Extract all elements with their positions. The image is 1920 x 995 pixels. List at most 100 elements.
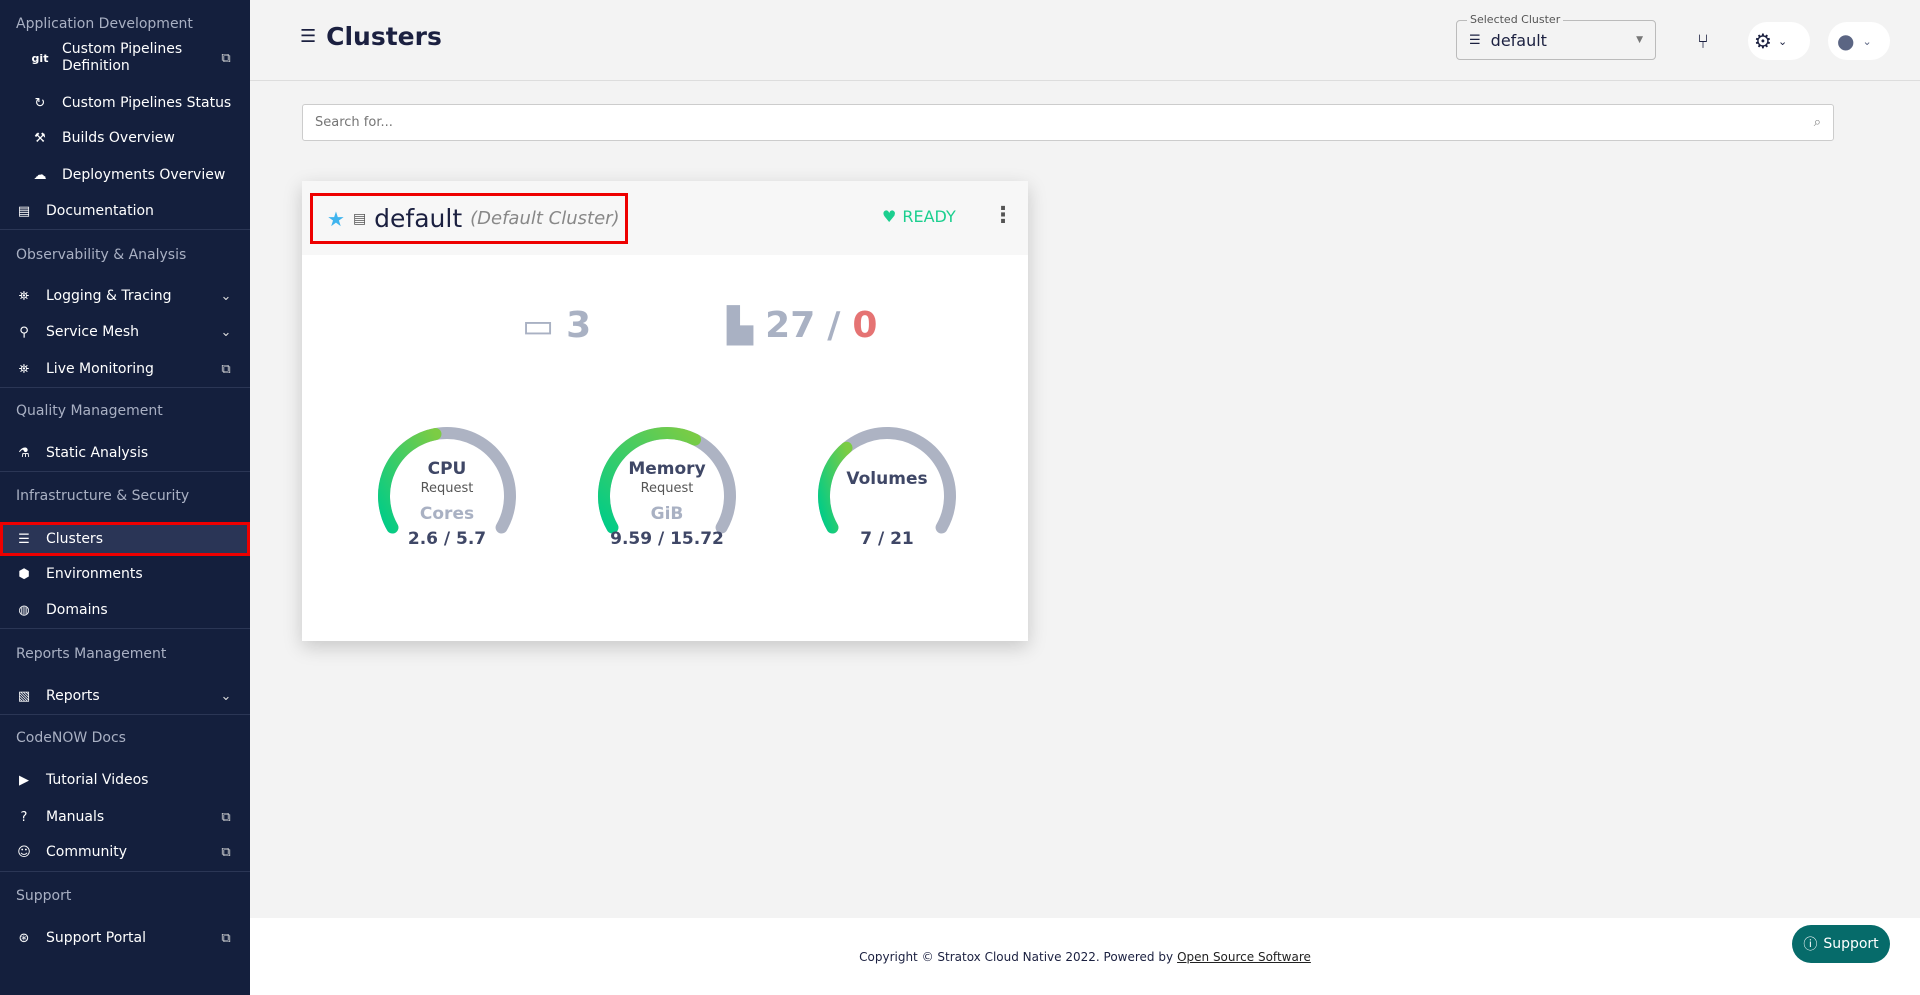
sidebar-item-clusters[interactable]: ☰ Clusters <box>0 522 250 556</box>
gauge-unit: GiB <box>650 504 684 524</box>
sidebar-section-title: Support <box>16 888 72 904</box>
sidebar-item-custom-pipelines-definition[interactable]: git Custom Pipelines Definition ⧉ <box>0 41 250 75</box>
gauge-title: Volumes <box>846 469 928 489</box>
book-icon: ▤ <box>17 203 31 219</box>
divider <box>0 229 250 230</box>
pods-failed: 0 <box>852 305 878 346</box>
cluster-select-value: default <box>1490 30 1547 50</box>
sidebar-item-live-monitoring[interactable]: ⛯ Live Monitoring ⧉ <box>0 352 250 386</box>
sidebar-item-deployments-overview[interactable]: ☁ Deployments Overview <box>0 158 250 192</box>
sidebar-item-label: Builds Overview <box>62 129 175 146</box>
sidebar-item-support-portal[interactable]: ⊛ Support Portal ⧉ <box>0 921 250 955</box>
user-menu-button[interactable]: ● ⌄ <box>1828 22 1890 60</box>
external-link-icon: ⧉ <box>221 361 231 377</box>
sidebar-item-label: Tutorial Videos <box>46 771 149 788</box>
git-branch-icon: ⑂ <box>1697 29 1709 53</box>
cluster-title[interactable]: ★ ▤ default (Default Cluster) <box>310 193 628 244</box>
divider <box>0 471 250 472</box>
sidebar-item-label: Live Monitoring <box>46 360 154 377</box>
settings-button[interactable]: ⚙ ⌄ <box>1748 22 1810 60</box>
external-link-icon: ⧉ <box>221 809 231 825</box>
status-text: READY <box>902 207 956 226</box>
page-title: ☰ Clusters <box>300 22 442 51</box>
gauge-value: 2.6 / 5.7 <box>407 529 487 549</box>
page-title-text: Clusters <box>326 22 442 51</box>
gauge-volumes: Volumes 7 / 21 <box>812 421 962 571</box>
list-icon: ☰ <box>1469 32 1481 48</box>
sidebar-section-title: Quality Management <box>16 403 163 419</box>
gauge-cpu: CPU Request Cores 2.6 / 5.7 <box>372 421 522 571</box>
sidebar-section-title: Observability & Analysis <box>16 247 187 263</box>
more-options-icon[interactable]: ⋮ <box>992 203 1014 228</box>
sidebar-item-builds-overview[interactable]: ⚒ Builds Overview <box>0 121 250 155</box>
sidebar-item-domains[interactable]: ◍ Domains <box>0 593 250 627</box>
refresh-icon: ↻ <box>34 95 46 111</box>
support-label: Support <box>1823 936 1879 952</box>
gauge-unit: Cores <box>419 504 475 524</box>
chevron-down-icon: ⌄ <box>220 324 232 340</box>
external-link-icon: ⧉ <box>221 844 231 860</box>
gauge-title: Memory <box>628 459 706 479</box>
footer: Copyright © Stratox Cloud Native 2022. P… <box>250 918 1920 995</box>
sidebar-item-static-analysis[interactable]: ⚗ Static Analysis <box>0 436 250 470</box>
binoculars-icon: ⛯ <box>18 361 30 377</box>
question-icon: ? <box>20 809 28 825</box>
cluster-card-header: ★ ▤ default (Default Cluster) ♥ READY ⋮ <box>302 181 1028 255</box>
copyright-text: Copyright © Stratox Cloud Native 2022. P… <box>859 949 1174 964</box>
open-source-link[interactable]: Open Source Software <box>1177 950 1311 964</box>
gauge-subtitle: Request <box>640 481 694 496</box>
cluster-card[interactable]: ★ ▤ default (Default Cluster) ♥ READY ⋮ ▭… <box>302 181 1028 641</box>
cluster-select[interactable]: Selected Cluster ☰ default ▼ <box>1456 13 1656 60</box>
sidebar-item-label: Clusters <box>46 530 103 547</box>
sidebar-item-label: Environments <box>46 565 143 582</box>
sidebar-item-label: Domains <box>46 601 108 618</box>
git-branch-button[interactable]: ⑂ <box>1684 22 1722 60</box>
heartbeat-icon: ♥ <box>882 207 897 226</box>
pods-stat: ▙ 27 / 0 <box>727 305 877 346</box>
sidebar-item-label: Support Portal <box>46 929 147 946</box>
sidebar-item-logging-tracing[interactable]: ⛯ Logging & Tracing ⌄ <box>0 279 250 313</box>
gear-icon: ⚙ <box>1754 29 1772 53</box>
cluster-select-label: Selected Cluster <box>1467 13 1564 26</box>
cloud-icon: ☁ <box>33 167 47 183</box>
divider <box>0 628 250 629</box>
sidebar-item-label: Custom Pipelines Status <box>62 94 232 111</box>
list-icon: ☰ <box>300 26 317 47</box>
sidebar-item-manuals[interactable]: ? Manuals ⧉ <box>0 800 250 834</box>
pods-separator: / <box>827 305 841 346</box>
sidebar-item-custom-pipelines-status[interactable]: ↻ Custom Pipelines Status <box>0 86 250 120</box>
external-link-icon: ⧉ <box>221 50 231 66</box>
globe-icon: ◍ <box>18 602 30 618</box>
video-icon: ▶ <box>19 772 29 788</box>
support-button[interactable]: ⓘ Support <box>1792 925 1890 963</box>
search-bar[interactable]: ⌕ <box>302 104 1834 141</box>
sidebar-item-label: Manuals <box>46 808 105 825</box>
server-icon: ▤ <box>352 210 367 227</box>
chevron-down-icon: ⌄ <box>1777 34 1788 48</box>
divider <box>0 871 250 872</box>
user-icon: ● <box>1837 29 1855 53</box>
search-input[interactable] <box>315 115 1814 130</box>
chevron-down-icon: ⌄ <box>220 688 232 704</box>
sidebar-item-label: Logging & Tracing <box>46 287 172 304</box>
sidebar-item-tutorial-videos[interactable]: ▶ Tutorial Videos <box>0 763 250 797</box>
caret-down-icon: ▼ <box>1636 35 1643 45</box>
chevron-down-icon: ⌄ <box>1862 34 1872 48</box>
external-link-icon: ⧉ <box>221 930 231 946</box>
list-icon: ☰ <box>18 531 30 547</box>
gauge-title: CPU <box>427 459 467 479</box>
sidebar-item-community[interactable]: ☺ Community ⧉ <box>0 835 250 869</box>
sidebar-section-title: Infrastructure & Security <box>16 488 190 504</box>
sidebar-item-documentation[interactable]: ▤ Documentation <box>0 194 250 228</box>
sidebar-item-reports[interactable]: ▧ Reports ⌄ <box>0 679 250 713</box>
star-icon[interactable]: ★ <box>327 207 345 231</box>
sidebar-item-service-mesh[interactable]: ⚲ Service Mesh ⌄ <box>0 315 250 349</box>
sidebar-item-label: Deployments Overview <box>62 166 226 183</box>
pods-running: 27 <box>765 305 816 346</box>
sidebar-item-label: Documentation <box>46 202 154 219</box>
sidebar-item-label: Service Mesh <box>46 323 140 340</box>
flask-icon: ⚗ <box>18 445 30 461</box>
sidebar-item-label: Static Analysis <box>46 444 149 461</box>
sidebar-item-environments[interactable]: ⬢ Environments <box>0 557 250 591</box>
discord-icon: ☺ <box>17 844 31 860</box>
